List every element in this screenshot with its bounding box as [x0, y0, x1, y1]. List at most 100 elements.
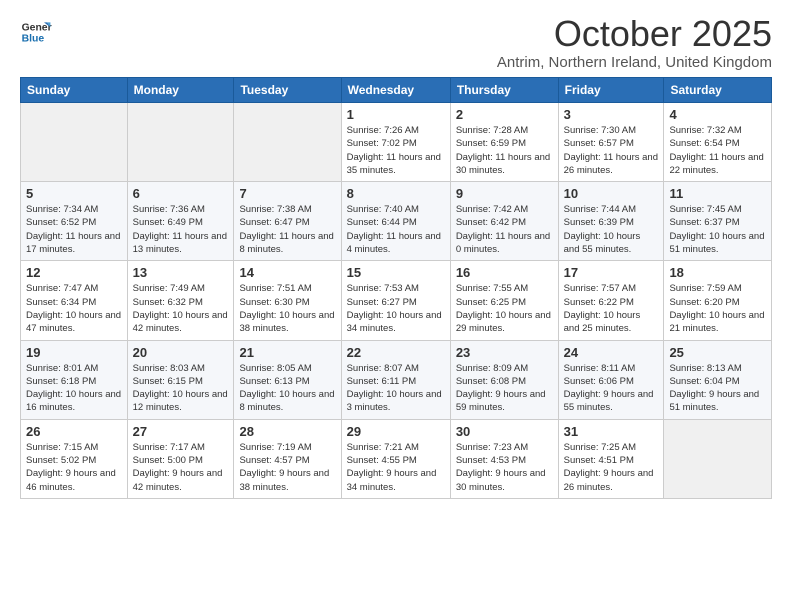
day-info: Sunrise: 8:09 AM Sunset: 6:08 PM Dayligh… — [456, 362, 553, 415]
day-cell: 10 Sunrise: 7:44 AM Sunset: 6:39 PM Dayli… — [558, 182, 664, 261]
day-number: 23 — [456, 345, 553, 360]
week-row-3: 19 Sunrise: 8:01 AM Sunset: 6:18 PM Dayli… — [21, 340, 772, 419]
day-info: Sunrise: 7:42 AM Sunset: 6:42 PM Dayligh… — [456, 203, 553, 256]
day-number: 1 — [347, 107, 445, 122]
day-info: Sunrise: 7:45 AM Sunset: 6:37 PM Dayligh… — [669, 203, 766, 256]
day-number: 5 — [26, 186, 122, 201]
day-info: Sunrise: 7:34 AM Sunset: 6:52 PM Dayligh… — [26, 203, 122, 256]
day-info: Sunrise: 7:17 AM Sunset: 5:00 PM Dayligh… — [133, 441, 229, 494]
day-cell: 21Sunrise: 8:05 AM Sunset: 6:13 PM Dayli… — [234, 340, 341, 419]
day-number: 7 — [239, 186, 335, 201]
day-cell: 11Sunrise: 7:45 AM Sunset: 6:37 PM Dayli… — [664, 182, 772, 261]
day-info: Sunrise: 7:59 AM Sunset: 6:20 PM Dayligh… — [669, 282, 766, 335]
day-number: 14 — [239, 265, 335, 280]
header: General Blue October 2025 Antrim, Northe… — [20, 16, 772, 71]
day-number: 27 — [133, 424, 229, 439]
day-info: Sunrise: 7:26 AM Sunset: 7:02 PM Dayligh… — [347, 124, 445, 177]
month-title: October 2025 — [497, 16, 772, 52]
day-info: Sunrise: 7:36 AM Sunset: 6:49 PM Dayligh… — [133, 203, 229, 256]
day-cell: 17 Sunrise: 7:57 AM Sunset: 6:22 PM Dayli… — [558, 261, 664, 340]
day-number: 26 — [26, 424, 122, 439]
weekday-header-monday: Monday — [127, 78, 234, 103]
day-info: Sunrise: 7:47 AM Sunset: 6:34 PM Dayligh… — [26, 282, 122, 335]
weekday-header-row: SundayMondayTuesdayWednesdayThursdayFrid… — [21, 78, 772, 103]
day-cell: 7 Sunrise: 7:38 AM Sunset: 6:47 PM Daylig… — [234, 182, 341, 261]
day-number: 17 — [564, 265, 659, 280]
weekday-header-tuesday: Tuesday — [234, 78, 341, 103]
day-cell — [234, 103, 341, 182]
day-cell: 16 Sunrise: 7:55 AM Sunset: 6:25 PM Dayli… — [450, 261, 558, 340]
day-info: Sunrise: 8:13 AM Sunset: 6:04 PM Dayligh… — [669, 362, 766, 415]
day-info: Sunrise: 7:55 AM Sunset: 6:25 PM Dayligh… — [456, 282, 553, 335]
svg-text:Blue: Blue — [22, 34, 45, 45]
day-number: 4 — [669, 107, 766, 122]
title-area: October 2025 Antrim, Northern Ireland, U… — [497, 16, 772, 71]
week-row-1: 5 Sunrise: 7:34 AM Sunset: 6:52 PM Daylig… — [21, 182, 772, 261]
day-cell — [127, 103, 234, 182]
day-info: Sunrise: 7:30 AM Sunset: 6:57 PM Dayligh… — [564, 124, 659, 177]
day-number: 21 — [239, 345, 335, 360]
day-cell: 6Sunrise: 7:36 AM Sunset: 6:49 PM Daylig… — [127, 182, 234, 261]
day-info: Sunrise: 7:57 AM Sunset: 6:22 PM Dayligh… — [564, 282, 659, 335]
day-number: 15 — [347, 265, 445, 280]
day-number: 22 — [347, 345, 445, 360]
day-cell: 26 Sunrise: 7:15 AM Sunset: 5:02 PM Dayli… — [21, 419, 128, 498]
day-info: Sunrise: 8:01 AM Sunset: 6:18 PM Dayligh… — [26, 362, 122, 415]
day-info: Sunrise: 8:03 AM Sunset: 6:15 PM Dayligh… — [133, 362, 229, 415]
day-cell: 8 Sunrise: 7:40 AM Sunset: 6:44 PM Daylig… — [341, 182, 450, 261]
day-cell: 4 Sunrise: 7:32 AM Sunset: 6:54 PM Daylig… — [664, 103, 772, 182]
day-cell: 2 Sunrise: 7:28 AM Sunset: 6:59 PM Daylig… — [450, 103, 558, 182]
day-cell: 15 Sunrise: 7:53 AM Sunset: 6:27 PM Dayli… — [341, 261, 450, 340]
day-info: Sunrise: 7:32 AM Sunset: 6:54 PM Dayligh… — [669, 124, 766, 177]
day-number: 3 — [564, 107, 659, 122]
day-number: 8 — [347, 186, 445, 201]
page: General Blue October 2025 Antrim, Northe… — [0, 0, 792, 509]
day-number: 2 — [456, 107, 553, 122]
day-number: 31 — [564, 424, 659, 439]
day-cell: 23 Sunrise: 8:09 AM Sunset: 6:08 PM Dayli… — [450, 340, 558, 419]
day-number: 29 — [347, 424, 445, 439]
day-cell: 31Sunrise: 7:25 AM Sunset: 4:51 PM Dayli… — [558, 419, 664, 498]
day-info: Sunrise: 7:28 AM Sunset: 6:59 PM Dayligh… — [456, 124, 553, 177]
day-cell: 14 Sunrise: 7:51 AM Sunset: 6:30 PM Dayli… — [234, 261, 341, 340]
day-number: 19 — [26, 345, 122, 360]
week-row-2: 12 Sunrise: 7:47 AM Sunset: 6:34 PM Dayli… — [21, 261, 772, 340]
day-number: 18 — [669, 265, 766, 280]
day-cell: 13Sunrise: 7:49 AM Sunset: 6:32 PM Dayli… — [127, 261, 234, 340]
day-info: Sunrise: 7:44 AM Sunset: 6:39 PM Dayligh… — [564, 203, 659, 256]
day-number: 25 — [669, 345, 766, 360]
day-number: 24 — [564, 345, 659, 360]
weekday-header-thursday: Thursday — [450, 78, 558, 103]
day-info: Sunrise: 7:23 AM Sunset: 4:53 PM Dayligh… — [456, 441, 553, 494]
weekday-header-sunday: Sunday — [21, 78, 128, 103]
day-info: Sunrise: 7:53 AM Sunset: 6:27 PM Dayligh… — [347, 282, 445, 335]
logo: General Blue — [20, 16, 56, 48]
weekday-header-saturday: Saturday — [664, 78, 772, 103]
day-info: Sunrise: 7:19 AM Sunset: 4:57 PM Dayligh… — [239, 441, 335, 494]
day-cell — [664, 419, 772, 498]
day-info: Sunrise: 7:15 AM Sunset: 5:02 PM Dayligh… — [26, 441, 122, 494]
day-cell: 19 Sunrise: 8:01 AM Sunset: 6:18 PM Dayli… — [21, 340, 128, 419]
week-row-0: 1 Sunrise: 7:26 AM Sunset: 7:02 PM Daylig… — [21, 103, 772, 182]
day-cell: 25 Sunrise: 8:13 AM Sunset: 6:04 PM Dayli… — [664, 340, 772, 419]
day-cell: 22 Sunrise: 8:07 AM Sunset: 6:11 PM Dayli… — [341, 340, 450, 419]
day-cell: 5 Sunrise: 7:34 AM Sunset: 6:52 PM Daylig… — [21, 182, 128, 261]
day-cell: 9 Sunrise: 7:42 AM Sunset: 6:42 PM Daylig… — [450, 182, 558, 261]
day-cell — [21, 103, 128, 182]
day-info: Sunrise: 7:40 AM Sunset: 6:44 PM Dayligh… — [347, 203, 445, 256]
day-number: 10 — [564, 186, 659, 201]
day-cell: 30Sunrise: 7:23 AM Sunset: 4:53 PM Dayli… — [450, 419, 558, 498]
day-cell: 20Sunrise: 8:03 AM Sunset: 6:15 PM Dayli… — [127, 340, 234, 419]
day-cell: 1 Sunrise: 7:26 AM Sunset: 7:02 PM Daylig… — [341, 103, 450, 182]
day-info: Sunrise: 7:51 AM Sunset: 6:30 PM Dayligh… — [239, 282, 335, 335]
day-info: Sunrise: 7:38 AM Sunset: 6:47 PM Dayligh… — [239, 203, 335, 256]
day-info: Sunrise: 8:07 AM Sunset: 6:11 PM Dayligh… — [347, 362, 445, 415]
calendar: SundayMondayTuesdayWednesdayThursdayFrid… — [20, 77, 772, 499]
day-number: 16 — [456, 265, 553, 280]
location-title: Antrim, Northern Ireland, United Kingdom — [497, 54, 772, 71]
day-cell: 24Sunrise: 8:11 AM Sunset: 6:06 PM Dayli… — [558, 340, 664, 419]
day-number: 28 — [239, 424, 335, 439]
day-number: 12 — [26, 265, 122, 280]
day-number: 9 — [456, 186, 553, 201]
day-cell: 18 Sunrise: 7:59 AM Sunset: 6:20 PM Dayli… — [664, 261, 772, 340]
